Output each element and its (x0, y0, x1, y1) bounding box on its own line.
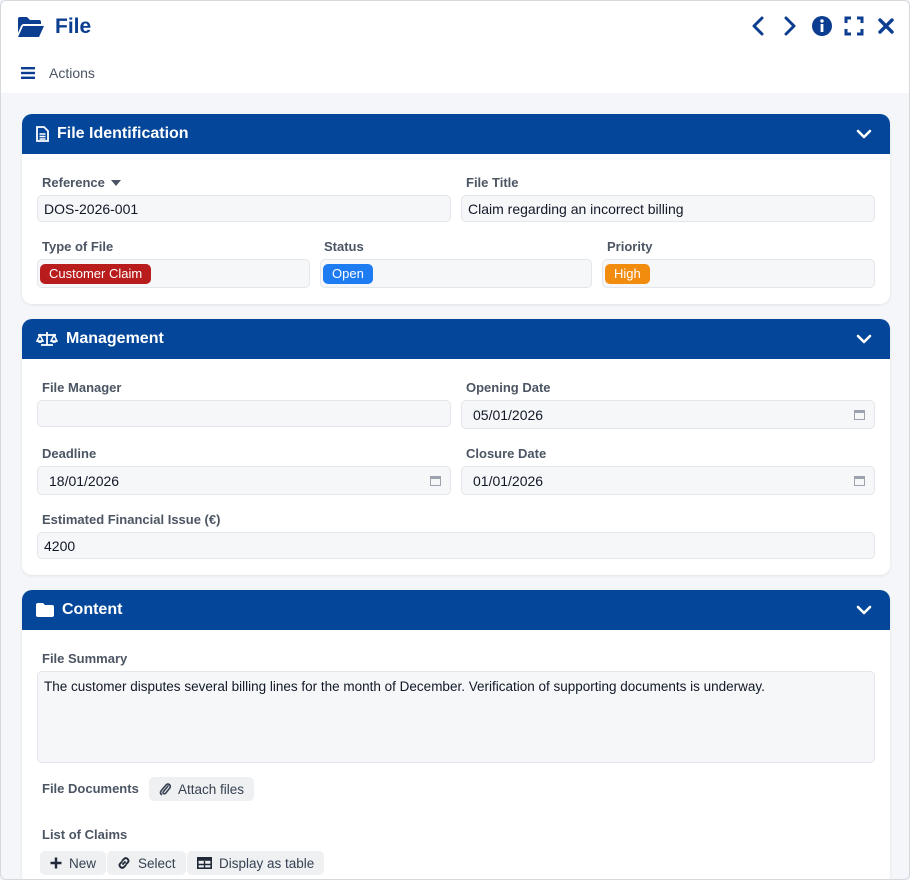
deadline-field: Deadline (42, 446, 96, 461)
reference-input[interactable]: DOS-2026-001 (37, 195, 451, 222)
table-icon (197, 857, 212, 869)
status-label: Status (324, 239, 364, 254)
select-label: Select (138, 855, 176, 871)
calendar-icon[interactable] (854, 409, 865, 420)
closure-date-value: 01/01/2026 (473, 472, 544, 489)
financial-issue-field: Estimated Financial Issue (€) (42, 512, 220, 527)
priority-field: Priority (607, 239, 653, 254)
section-content: Content File Summary The customer disput… (22, 590, 890, 879)
file-manager-field: File Manager (42, 380, 121, 395)
actions-menu[interactable]: Actions (21, 65, 95, 81)
closure-date-input[interactable]: 01/01/2026 (461, 466, 875, 495)
expand-icon (844, 16, 864, 36)
calendar-icon[interactable] (430, 475, 441, 486)
folder-open-icon (18, 17, 44, 37)
file-manager-input[interactable] (37, 400, 451, 427)
priority-badge: High (605, 263, 650, 284)
section-title: Content (62, 601, 123, 618)
type-of-file-label: Type of File (42, 239, 114, 254)
type-of-file-field: Type of File (42, 239, 113, 254)
section-file-identification: File Identification Reference DOS-2026-0… (22, 114, 890, 304)
deadline-label: Deadline (42, 446, 97, 461)
deadline-input[interactable]: 18/01/2026 (37, 466, 451, 495)
reference-label: Reference (42, 175, 105, 190)
close-icon (878, 18, 894, 34)
type-of-file-select[interactable]: Customer Claim (37, 259, 310, 288)
opening-date-value: 05/01/2026 (473, 406, 544, 423)
calendar-icon[interactable] (854, 475, 865, 486)
info-icon (812, 16, 832, 36)
caret-down-icon[interactable] (110, 179, 121, 186)
section-header-content[interactable]: Content (22, 590, 890, 630)
file-title-field: File Title (466, 175, 519, 190)
new-label: New (69, 855, 97, 871)
section-title: File Identification (57, 125, 189, 142)
section-management: Management File Manager Opening Date 05/… (22, 319, 890, 575)
chevron-left-icon (752, 16, 764, 36)
opening-date-field: Opening Date (466, 380, 551, 395)
file-documents-label: File Documents (42, 781, 139, 796)
file-title-value: Claim regarding an incorrect billing (468, 200, 684, 217)
scale-balance-icon (36, 332, 58, 346)
reference-value: DOS-2026-001 (44, 200, 139, 217)
link-icon (118, 857, 130, 869)
folder-icon (36, 603, 54, 617)
maximize-button[interactable] (843, 15, 865, 37)
financial-issue-label: Estimated Financial Issue (€) (42, 512, 221, 527)
display-as-table-label: Display as table (219, 855, 315, 871)
closure-date-label: Closure Date (466, 446, 547, 461)
financial-issue-value: 4200 (44, 537, 76, 554)
window-title: File (55, 15, 92, 38)
financial-issue-input[interactable]: 4200 (37, 532, 875, 559)
previous-button[interactable] (747, 15, 769, 37)
file-title-label: File Title (466, 175, 519, 190)
actions-label: Actions (49, 65, 95, 81)
chevron-down-icon[interactable] (856, 126, 872, 142)
file-summary-value: The customer disputes several billing li… (44, 679, 765, 694)
display-as-table-button[interactable]: Display as table (187, 851, 325, 875)
hamburger-menu-icon (21, 67, 35, 79)
section-header-identification[interactable]: File Identification (22, 114, 890, 154)
next-button[interactable] (779, 15, 801, 37)
file-summary-textarea[interactable]: The customer disputes several billing li… (37, 671, 875, 763)
window-controls (747, 15, 897, 37)
priority-select[interactable]: High (602, 259, 875, 288)
file-summary-field: File Summary (42, 651, 127, 666)
opening-date-label: Opening Date (466, 380, 551, 395)
type-badge: Customer Claim (40, 263, 152, 284)
info-button[interactable] (811, 15, 833, 37)
window-header: File Actions (1, 1, 909, 93)
reference-field: Reference (42, 175, 121, 190)
attach-files-label: Attach files (178, 781, 245, 797)
list-of-claims-label: List of Claims (42, 827, 128, 842)
attach-files-button[interactable]: Attach files (149, 777, 255, 801)
file-manager-label: File Manager (42, 380, 122, 395)
closure-date-field: Closure Date (466, 446, 546, 461)
title-row: File (17, 13, 91, 41)
file-title-input[interactable]: Claim regarding an incorrect billing (461, 195, 875, 222)
section-title: Management (66, 330, 164, 347)
chevron-right-icon (784, 16, 796, 36)
new-claim-button[interactable]: New (40, 851, 107, 875)
deadline-value: 18/01/2026 (49, 472, 120, 489)
file-documents-field: File Documents (42, 781, 139, 796)
opening-date-input[interactable]: 05/01/2026 (461, 400, 875, 429)
status-badge: Open (323, 263, 373, 284)
chevron-down-icon[interactable] (856, 331, 872, 347)
document-icon (36, 126, 49, 142)
chevron-down-icon[interactable] (856, 602, 872, 618)
select-claim-button[interactable]: Select (107, 851, 186, 875)
priority-label: Priority (607, 239, 653, 254)
close-button[interactable] (875, 15, 897, 37)
file-window: File Actions File Identification Referen… (0, 0, 910, 880)
plus-icon (50, 857, 62, 869)
status-field: Status (324, 239, 364, 254)
status-select[interactable]: Open (320, 259, 592, 288)
paperclip-icon (159, 783, 171, 796)
file-summary-label: File Summary (42, 651, 128, 666)
list-of-claims-field: List of Claims (42, 827, 127, 842)
section-header-management[interactable]: Management (22, 319, 890, 359)
